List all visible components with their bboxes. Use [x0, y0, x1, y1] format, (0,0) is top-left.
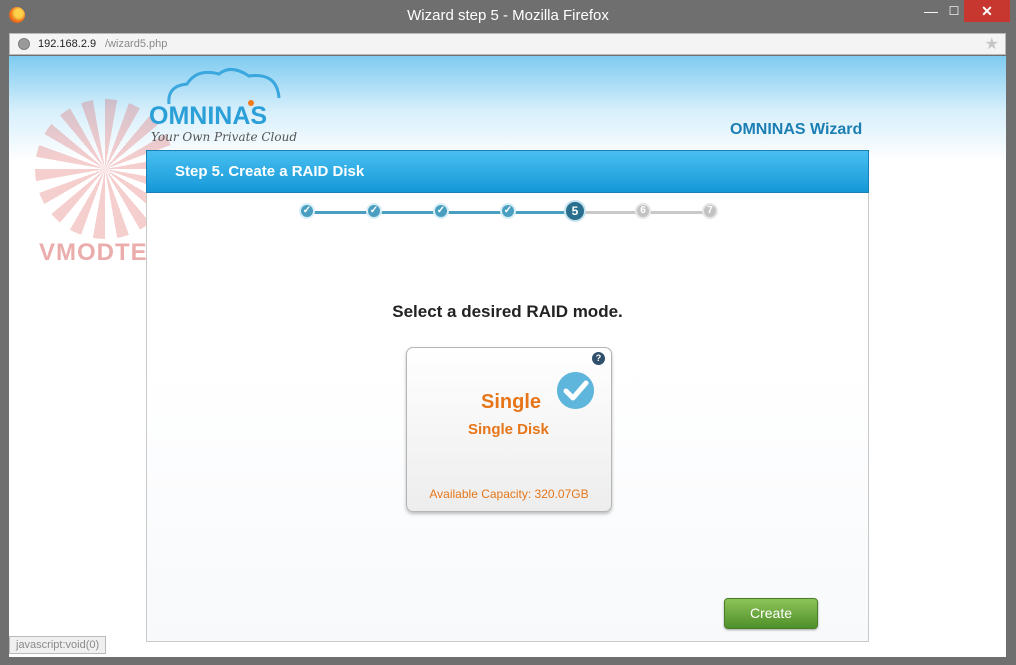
raid-prompt: Select a desired RAID mode. [392, 302, 623, 321]
logo-name: OMNINAS [149, 102, 267, 130]
raid-option-description: Single Disk [468, 421, 549, 438]
create-button[interactable]: Create [724, 598, 818, 629]
raid-option-single[interactable]: ? Single Single Disk Available Capacity:… [406, 347, 612, 512]
url-bar[interactable]: 192.168.2.9 /wizard5.php ★ [9, 33, 1006, 55]
url-path: /wizard5.php [105, 38, 168, 50]
check-icon [557, 372, 594, 409]
step-dot-1: ✓ [299, 203, 315, 219]
step-dot-5: 5 [564, 200, 586, 222]
browser-window: Wizard step 5 - Mozilla Firefox — ☐ ✕ 19… [0, 0, 1016, 665]
omninas-logo: OMNINAS Your Own Private Cloud [149, 68, 297, 144]
help-icon[interactable]: ? [592, 352, 605, 365]
step-dot-4: ✓ [500, 203, 516, 219]
wizard-panel: ✓ ✓ ✓ ✓ 5 6 7 Select a desired RAID mode… [146, 193, 869, 642]
step-header: Step 5. Create a RAID Disk [146, 150, 869, 193]
title-bar: Wizard step 5 - Mozilla Firefox — ☐ ✕ [0, 0, 1016, 32]
url-host: 192.168.2.9 [38, 38, 97, 50]
logo-tagline: Your Own Private Cloud [151, 130, 297, 144]
step-dot-2: ✓ [366, 203, 382, 219]
raid-option-capacity: Available Capacity: 320.07GB [429, 487, 589, 501]
maximize-button[interactable]: ☐ [944, 0, 964, 22]
raid-option-name: Single [481, 391, 542, 413]
status-bar: javascript:void(0) [9, 636, 107, 654]
minimize-button[interactable]: — [918, 0, 944, 22]
window-title: Wizard step 5 - Mozilla Firefox [407, 7, 609, 24]
step-title: Step 5. Create a RAID Disk [175, 163, 365, 180]
step-dot-6: 6 [635, 203, 651, 219]
step-dot-3: ✓ [433, 203, 449, 219]
bookmark-star-icon[interactable]: ★ [985, 34, 999, 54]
close-button[interactable]: ✕ [964, 0, 1010, 22]
step-dot-7: 7 [702, 203, 718, 219]
page-viewport: VMODTECH.COM OMNINAS Your Own Private Cl… [9, 56, 1006, 657]
wizard-title: OMNINAS Wizard [730, 121, 863, 138]
step-progress: ✓ ✓ ✓ ✓ 5 6 7 [299, 200, 719, 223]
globe-icon [18, 38, 30, 50]
